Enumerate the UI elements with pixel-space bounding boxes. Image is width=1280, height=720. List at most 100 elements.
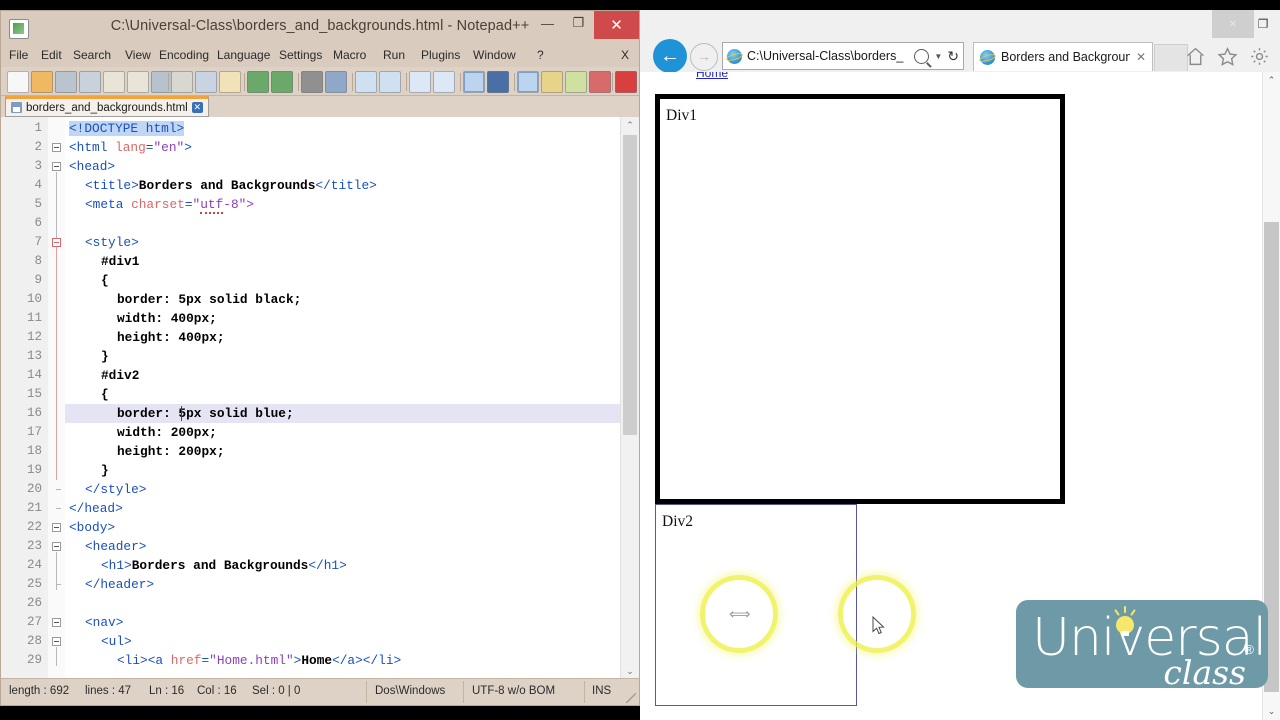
code-line-2[interactable]: <html lang="en"> [65,138,192,157]
menu-item-plugins[interactable]: Plugins [421,48,460,62]
code-line-3[interactable]: <head> [65,157,115,176]
code-line-29[interactable]: <li><a href="Home.html">Home</a></li> [65,651,401,670]
save-all-icon[interactable] [79,71,101,93]
editor-menu-close-doc[interactable]: X [621,48,629,62]
page-scroll-up-icon[interactable]: ⌃ [1263,72,1280,89]
show-all-chars-icon[interactable] [487,71,509,93]
code-line-27[interactable]: <nav> [65,613,123,632]
code-line-11[interactable]: width: 400px; [65,309,217,328]
zoom-out-icon[interactable] [379,71,401,93]
function-list-icon[interactable] [589,71,611,93]
menu-item-file[interactable]: File [9,48,28,62]
word-wrap-icon[interactable] [463,71,485,93]
code-line-17[interactable]: width: 200px; [65,423,217,442]
editor-fold-margin[interactable] [48,117,65,679]
show-doc-map-icon[interactable] [565,71,587,93]
code-line-22[interactable]: <body> [65,518,115,537]
code-line-16[interactable]: border: 5px solid blue; [65,404,294,423]
fold-toggle[interactable] [52,542,61,551]
menu-item-search[interactable]: Search [73,48,111,62]
code-line-19[interactable]: } [65,461,109,480]
copy-icon[interactable] [195,71,217,93]
paste-icon[interactable] [219,71,241,93]
settings-gear-icon[interactable] [1249,46,1270,67]
browser-tab[interactable]: Borders and Backgrounds ✕ [973,42,1153,71]
editor-scroll-down-icon[interactable]: ⌄ [621,663,639,679]
editor-document-tab[interactable]: borders_and_backgrounds.html ✕ [5,96,209,117]
code-line-24[interactable]: <h1>Borders and Backgrounds</h1> [65,556,347,575]
code-line-13[interactable]: } [65,347,109,366]
editor-tab-close-icon[interactable]: ✕ [191,102,203,113]
new-tab-button[interactable] [1154,44,1188,71]
code-line-7[interactable]: <style> [65,233,139,252]
replace-icon[interactable] [325,71,347,93]
record-macro-icon[interactable] [615,71,637,93]
code-line-4[interactable]: <title>Borders and Backgrounds</title> [65,176,377,195]
editor-text-canvas[interactable]: <!DOCTYPE html> <html lang="en"> <head> <ti… [65,117,621,679]
menu-item-language[interactable]: Language [217,48,270,62]
editor-vertical-scrollbar[interactable]: ⌃ ⌄ [620,117,639,679]
menu-item-edit[interactable]: Edit [41,48,62,62]
code-line-15[interactable]: { [65,385,109,404]
menu-item-macro[interactable]: Macro [333,48,366,62]
code-line-25[interactable]: </header> [65,575,154,594]
page-nav-home-link[interactable]: Home [696,72,728,80]
page-scroll-down-icon[interactable]: ⌄ [1263,703,1280,720]
redo-icon[interactable] [271,71,293,93]
fold-toggle[interactable] [52,238,61,247]
sync-horizontal-icon[interactable] [433,71,455,93]
magnifier-icon[interactable] [914,48,930,64]
editor-scroll-up-icon[interactable]: ⌃ [621,117,639,133]
fold-toggle[interactable] [52,143,61,152]
code-line-9[interactable]: { [65,271,109,290]
zoom-in-icon[interactable] [355,71,377,93]
resize-grip-icon[interactable] [626,693,636,703]
fold-toggle[interactable] [52,162,61,171]
menu-item-settings[interactable]: Settings [279,48,322,62]
address-bar[interactable]: C:\Universal-Class\borders_ ▼ ↻ [722,42,964,70]
browser-close-button[interactable]: ✕ [1212,10,1254,38]
chevron-down-icon[interactable]: ▼ [934,52,942,61]
close-file-icon[interactable] [103,71,125,93]
close-all-icon[interactable] [127,71,149,93]
back-button[interactable]: ← [653,39,687,73]
address-input[interactable]: C:\Universal-Class\borders_ [747,49,909,63]
code-line-21[interactable]: </head> [65,499,123,518]
fold-toggle[interactable] [52,618,61,627]
code-line-10[interactable]: border: 5px solid black; [65,290,301,309]
find-icon[interactable] [301,71,323,93]
menu-item-encoding[interactable]: Encoding [159,48,209,62]
editor-code-area[interactable]: 1 2 3 4 5 6 7 8 9 10 11 12 13 14 15 16 17 18 19 20 21 22 23 24 2… [1,117,639,679]
favorites-star-icon[interactable] [1217,46,1238,67]
editor-maximize-button[interactable]: ❐ [563,11,594,35]
ui-theme-icon[interactable] [541,71,563,93]
fold-toggle[interactable] [52,523,61,532]
code-line-23[interactable]: <header> [65,537,146,556]
code-line-18[interactable]: height: 200px; [65,442,225,461]
print-icon[interactable] [151,71,173,93]
refresh-icon[interactable]: ↻ [947,48,959,65]
code-line-20[interactable]: </style> [65,480,146,499]
sync-vertical-icon[interactable] [409,71,431,93]
open-folder-icon[interactable] [31,71,53,93]
save-icon[interactable] [55,71,77,93]
code-line-8[interactable]: #div1 [65,252,139,271]
menu-item--[interactable]: ? [537,48,544,62]
home-icon[interactable] [1185,46,1206,67]
editor-minimize-button[interactable]: — [532,11,563,35]
code-line-14[interactable]: #div2 [65,366,139,385]
indent-guide-icon[interactable] [517,71,539,93]
code-line-12[interactable]: height: 400px; [65,328,225,347]
code-line-5[interactable]: <meta charset="utf-8"> [65,195,254,214]
editor-close-button[interactable]: ✕ [594,11,639,39]
code-line-28[interactable]: <ul> [65,632,132,651]
forward-button[interactable]: → [690,43,718,71]
editor-scroll-thumb[interactable] [623,135,637,435]
menu-item-run[interactable]: Run [383,48,405,62]
code-line-1[interactable]: <!DOCTYPE html> [65,119,185,138]
menu-item-window[interactable]: Window [473,48,516,62]
undo-icon[interactable] [247,71,269,93]
cut-icon[interactable] [171,71,193,93]
new-file-icon[interactable] [7,71,29,93]
fold-toggle[interactable] [52,637,61,646]
